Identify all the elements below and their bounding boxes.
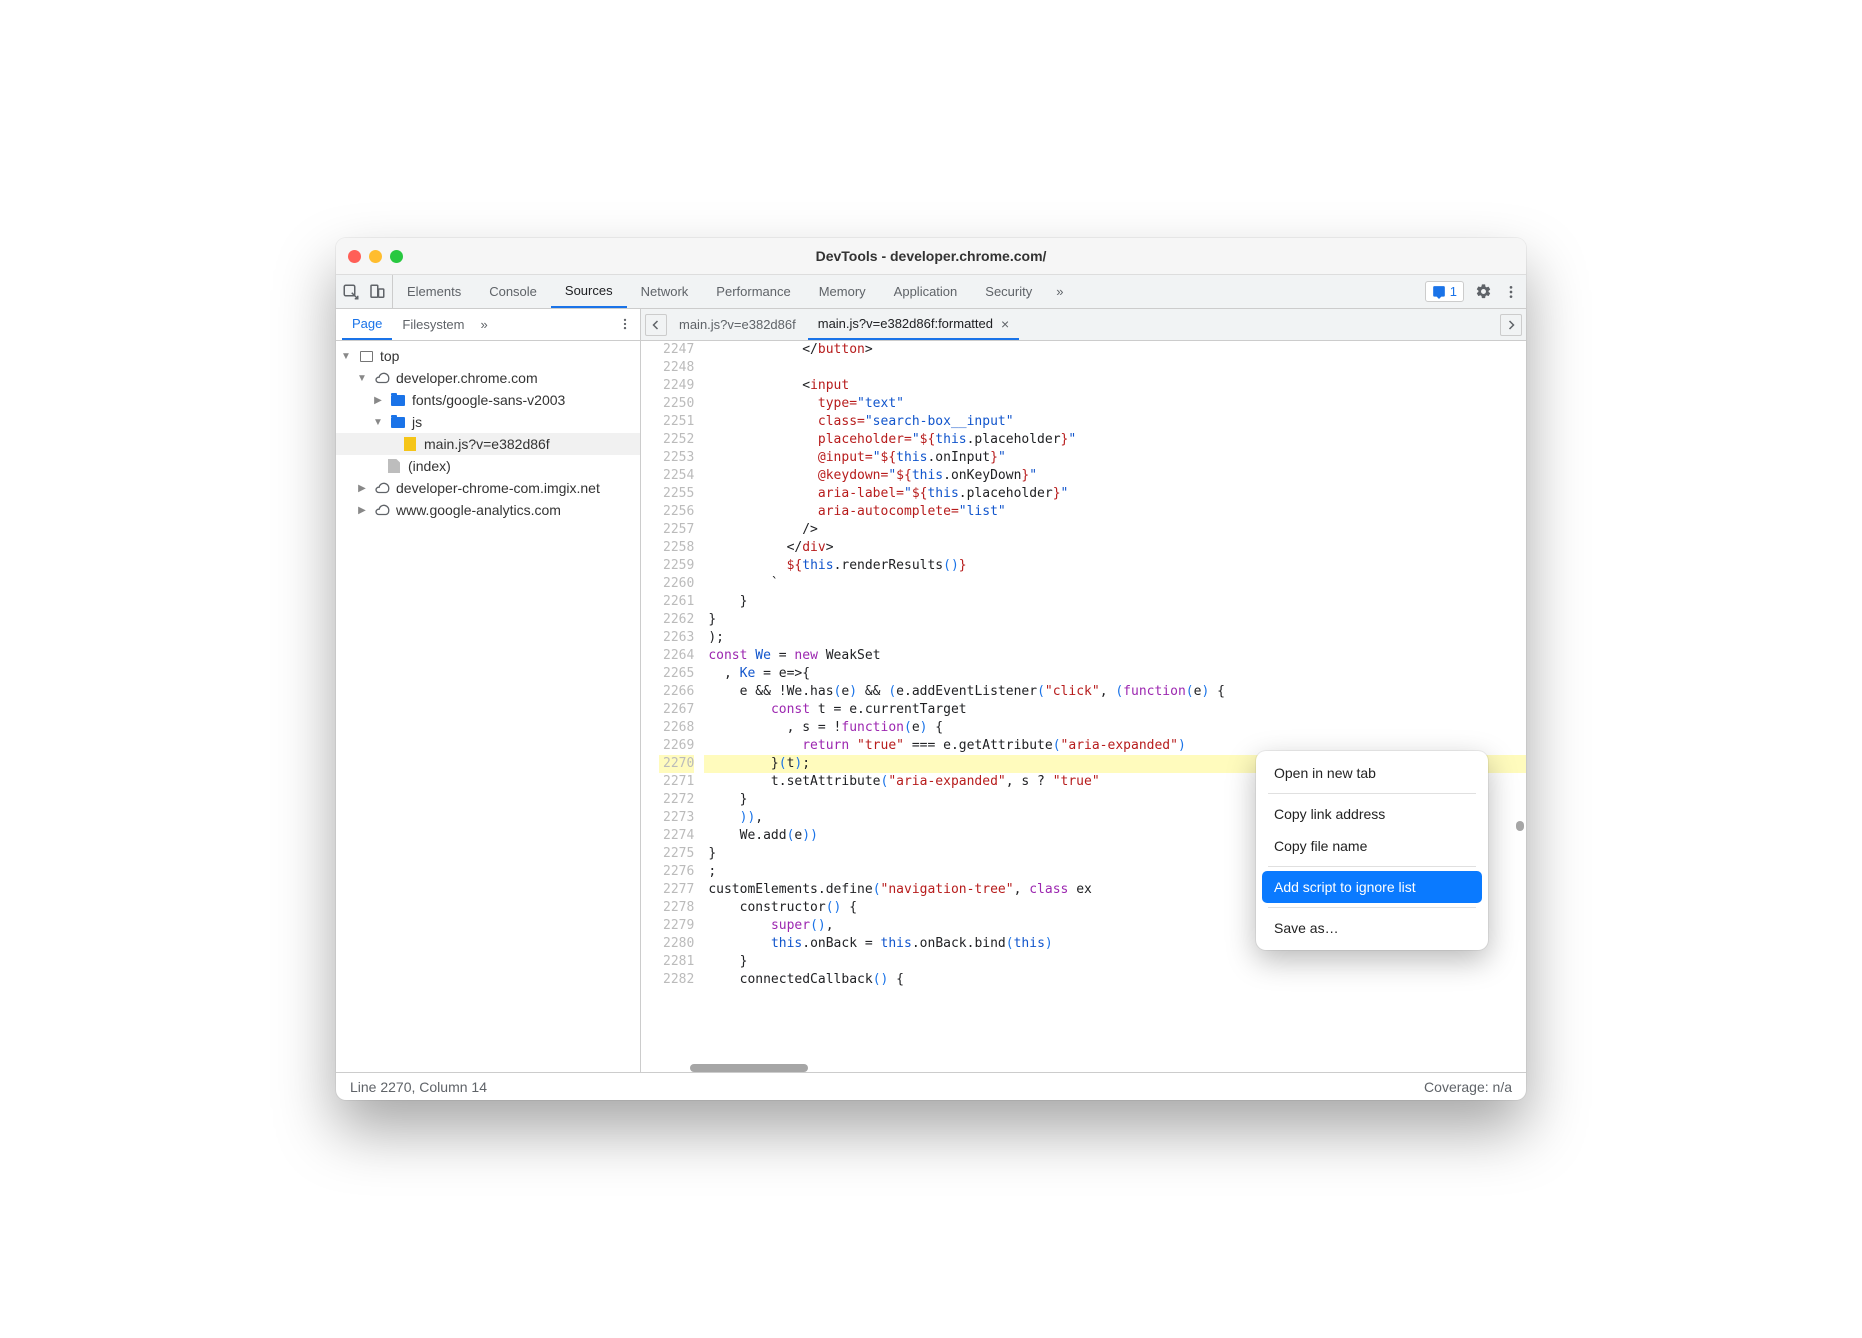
issues-count: 1 — [1450, 284, 1457, 299]
window-title: DevTools - developer.chrome.com/ — [336, 248, 1526, 264]
window-minimize-button[interactable] — [369, 250, 382, 263]
context-menu-separator — [1268, 866, 1476, 867]
editor-tab[interactable]: main.js?v=e382d86f:formatted × — [808, 309, 1019, 340]
context-menu-item-copy-name[interactable]: Copy file name — [1262, 830, 1482, 862]
tab-performance[interactable]: Performance — [702, 275, 804, 308]
file-tree[interactable]: ▼ top ▼ developer.chrome.com ▶ fonts/goo… — [336, 341, 640, 1072]
tree-file[interactable]: main.js?v=e382d86f — [336, 433, 640, 455]
chevron-right-icon: ▶ — [356, 483, 368, 494]
tree-file[interactable]: (index) — [336, 455, 640, 477]
context-menu-separator — [1268, 907, 1476, 908]
chevron-right-icon: ▶ — [356, 505, 368, 516]
navigator-sidebar: Page Filesystem » ▼ top ▼ developer.chro… — [336, 309, 641, 1072]
cloud-icon — [374, 502, 390, 518]
navigator-tab-filesystem[interactable]: Filesystem — [392, 309, 474, 340]
editor-tabs: main.js?v=e382d86f main.js?v=e382d86f:fo… — [641, 309, 1526, 341]
folder-icon — [390, 392, 406, 408]
chevron-down-icon: ▼ — [340, 351, 352, 362]
tab-memory[interactable]: Memory — [805, 275, 880, 308]
tree-label: top — [380, 348, 399, 364]
editor-tab[interactable]: main.js?v=e382d86f — [669, 309, 806, 340]
tree-label: main.js?v=e382d86f — [424, 436, 550, 452]
nav-back-icon[interactable] — [645, 314, 667, 336]
context-menu-separator — [1268, 793, 1476, 794]
tab-console[interactable]: Console — [475, 275, 551, 308]
vertical-scrollbar[interactable] — [1512, 341, 1526, 1072]
window-zoom-button[interactable] — [390, 250, 403, 263]
window-close-button[interactable] — [348, 250, 361, 263]
toggle-debugger-icon[interactable] — [1500, 314, 1522, 336]
file-icon — [386, 458, 402, 474]
panel-tabs: Elements Console Sources Network Perform… — [393, 275, 1073, 308]
content: Page Filesystem » ▼ top ▼ developer.chro… — [336, 309, 1526, 1072]
gear-icon[interactable] — [1474, 283, 1492, 301]
titlebar: DevTools - developer.chrome.com/ — [336, 238, 1526, 275]
cloud-icon — [374, 480, 390, 496]
tree-label: developer-chrome-com.imgix.net — [396, 480, 600, 496]
editor-tab-label: main.js?v=e382d86f:formatted — [818, 316, 993, 331]
line-gutter: 2247224822492250225122522253225422552256… — [641, 341, 704, 1072]
tree-folder[interactable]: ▼ js — [336, 411, 640, 433]
inspect-icon[interactable] — [342, 283, 360, 301]
close-icon[interactable]: × — [1001, 316, 1009, 332]
status-bar: Line 2270, Column 14 Coverage: n/a — [336, 1072, 1526, 1100]
navigator-kebab-icon[interactable] — [618, 317, 632, 334]
context-menu-item-save[interactable]: Save as… — [1262, 912, 1482, 944]
chevron-right-icon: ▶ — [372, 395, 384, 406]
navigator-tabs-overflow[interactable]: » — [475, 317, 494, 332]
editor-area: main.js?v=e382d86f main.js?v=e382d86f:fo… — [641, 309, 1526, 1072]
cursor-position: Line 2270, Column 14 — [350, 1079, 487, 1095]
main-toolbar: Elements Console Sources Network Perform… — [336, 275, 1526, 309]
navigator-tabs: Page Filesystem » — [336, 309, 640, 341]
chevron-down-icon: ▼ — [356, 373, 368, 384]
chevron-down-icon: ▼ — [372, 417, 384, 428]
tree-label: fonts/google-sans-v2003 — [412, 392, 565, 408]
context-menu-item-open[interactable]: Open in new tab — [1262, 757, 1482, 789]
scrollbar-thumb[interactable] — [1516, 821, 1524, 831]
context-menu-item-ignore[interactable]: Add script to ignore list — [1262, 871, 1482, 903]
navigator-tab-page[interactable]: Page — [342, 309, 392, 340]
cloud-icon — [374, 370, 390, 386]
tab-sources[interactable]: Sources — [551, 275, 627, 308]
tree-domain[interactable]: ▶ developer-chrome-com.imgix.net — [336, 477, 640, 499]
code-editor[interactable]: 2247224822492250225122522253225422552256… — [641, 341, 1526, 1072]
code-content[interactable]: </button> <input type="text" class="sear… — [704, 341, 1526, 1072]
devtools-window: DevTools - developer.chrome.com/ Element… — [336, 238, 1526, 1100]
horizontal-scrollbar-thumb[interactable] — [690, 1064, 808, 1072]
context-menu: Open in new tab Copy link address Copy f… — [1256, 751, 1488, 950]
tree-domain[interactable]: ▼ developer.chrome.com — [336, 367, 640, 389]
tree-domain[interactable]: ▶ www.google-analytics.com — [336, 499, 640, 521]
frame-icon — [358, 348, 374, 364]
tab-network[interactable]: Network — [627, 275, 703, 308]
tree-label: www.google-analytics.com — [396, 502, 561, 518]
tab-elements[interactable]: Elements — [393, 275, 475, 308]
tree-label: js — [412, 414, 422, 430]
tree-label: developer.chrome.com — [396, 370, 538, 386]
tree-frame-top[interactable]: ▼ top — [336, 345, 640, 367]
kebab-icon[interactable] — [1502, 283, 1520, 301]
toolbar-left — [336, 275, 393, 308]
window-controls — [348, 250, 403, 263]
editor-tab-label: main.js?v=e382d86f — [679, 317, 796, 332]
tree-label: (index) — [408, 458, 451, 474]
tree-folder[interactable]: ▶ fonts/google-sans-v2003 — [336, 389, 640, 411]
context-menu-item-copy-link[interactable]: Copy link address — [1262, 798, 1482, 830]
folder-icon — [390, 414, 406, 430]
issues-button[interactable]: 1 — [1425, 281, 1464, 302]
panel-tabs-overflow[interactable]: » — [1046, 275, 1073, 308]
tab-security[interactable]: Security — [971, 275, 1046, 308]
tab-application[interactable]: Application — [880, 275, 972, 308]
device-icon[interactable] — [368, 283, 386, 301]
toolbar-right: 1 — [1419, 275, 1526, 308]
coverage-status: Coverage: n/a — [1424, 1079, 1512, 1095]
js-file-icon — [402, 436, 418, 452]
